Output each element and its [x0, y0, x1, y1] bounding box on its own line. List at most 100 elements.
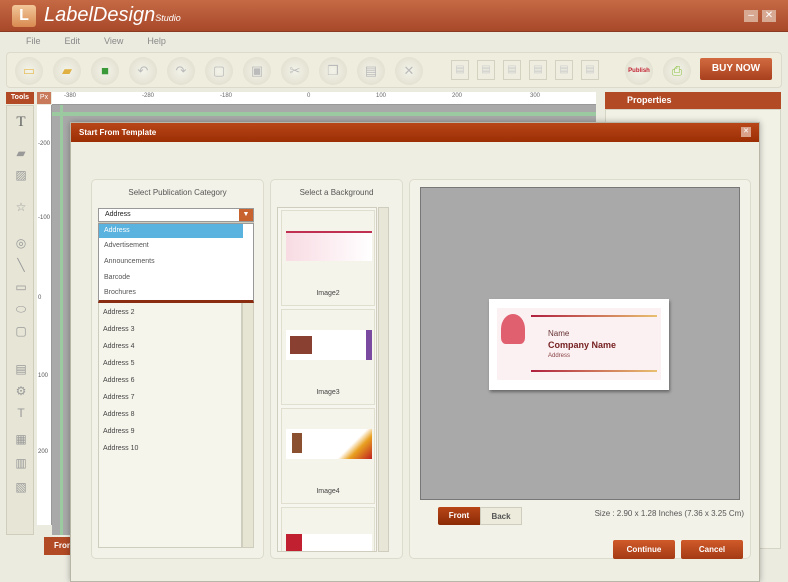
align-center-icon[interactable]: ▤ [477, 60, 495, 80]
ruler-tick: -380 [64, 93, 77, 99]
dialog-title: Start From Template [71, 123, 759, 142]
background-item[interactable]: Image2 [281, 210, 375, 306]
photo-tool-icon[interactable]: ▧ [12, 480, 30, 496]
ruler-tick: 0 [307, 93, 311, 99]
list-item[interactable]: Address 5 [103, 360, 135, 367]
group-icon[interactable]: ▢ [205, 57, 233, 85]
minimize-button[interactable]: – [744, 10, 758, 22]
shape-star-tool-icon[interactable]: ☆ [12, 200, 30, 216]
ruler-tick: -280 [142, 93, 155, 99]
dropdown-value: Address [105, 211, 131, 218]
list-item[interactable]: Address 9 [103, 428, 135, 435]
dropdown-option[interactable]: Brochures [99, 286, 243, 300]
ruler-tick: -180 [220, 93, 233, 99]
app-name: LabelDesign [44, 4, 156, 26]
category-dropdown[interactable]: Address ▼ [98, 208, 254, 222]
list-item[interactable]: Address 6 [103, 377, 135, 384]
menu-view[interactable]: View [104, 36, 123, 46]
menu-help[interactable]: Help [147, 36, 166, 46]
list-item[interactable]: Address 4 [103, 343, 135, 350]
save-icon[interactable]: ■ [91, 57, 119, 85]
background-thumbnail [286, 534, 372, 551]
menu-bar: File Edit View Help [0, 32, 788, 50]
align-bottom-icon[interactable]: ▤ [581, 60, 599, 80]
guide-line-vertical [60, 105, 63, 535]
size-info: Size : 2.90 x 1.28 Inches (7.36 x 3.25 C… [594, 509, 744, 518]
ruler-vtick: -200 [38, 141, 51, 147]
print-icon[interactable]: ⎙ [663, 57, 691, 85]
background-thumbnail [286, 429, 372, 459]
list-item[interactable]: Address 2 [103, 309, 135, 316]
ruler-tick: 100 [376, 93, 387, 99]
list-item[interactable]: Address 3 [103, 326, 135, 333]
buy-now-button[interactable]: BUY NOW [700, 58, 772, 80]
ellipse-tool-icon[interactable]: ⬭ [12, 302, 30, 318]
label-preview: Name Company Name Address [489, 299, 669, 390]
preview-address: Address [548, 353, 571, 359]
chevron-down-icon[interactable]: ▼ [239, 209, 253, 221]
preview-company: Company Name [548, 340, 617, 350]
open-image-tool-icon[interactable]: ▰ [12, 146, 30, 162]
new-icon[interactable]: ▭ [15, 57, 43, 85]
copy-icon[interactable]: ❐ [319, 57, 347, 85]
redo-icon[interactable]: ↷ [167, 57, 195, 85]
publish-icon[interactable]: Publish [625, 57, 653, 85]
close-button[interactable]: ✕ [762, 10, 776, 22]
label-background: Name Company Name Address [497, 308, 661, 380]
title-bar: L LabelDesignStudio – ✕ [0, 0, 788, 32]
category-label: Select Publication Category [128, 188, 227, 197]
line-tool-icon[interactable]: ╲ [12, 258, 30, 274]
background-item[interactable]: Image3 [281, 309, 375, 405]
database-tool-icon[interactable]: ▤ [12, 362, 30, 378]
cut-icon[interactable]: ✂ [281, 57, 309, 85]
dropdown-option[interactable]: Barcode [99, 271, 243, 285]
text-field-tool-icon[interactable]: T [12, 406, 30, 422]
dropdown-option[interactable]: Advertisement [99, 239, 243, 253]
menu-file[interactable]: File [26, 36, 41, 46]
barcode-tool-icon[interactable]: ▥ [12, 456, 30, 472]
dropdown-options: Address Advertisement Announcements Barc… [98, 223, 254, 303]
open-folder-icon[interactable]: ▰ [53, 57, 81, 85]
app-logo: L [12, 5, 36, 27]
background-label: Image4 [316, 488, 340, 495]
background-item[interactable] [281, 507, 375, 551]
list-item[interactable]: Address 7 [103, 394, 135, 401]
rectangle-tool-icon[interactable]: ▭ [12, 280, 30, 296]
app-name-suffix: Studio [155, 13, 181, 23]
tools-header: Tools [6, 92, 34, 104]
horizontal-ruler: -380 -280 -180 0 100 200 300 [52, 92, 596, 105]
continue-button[interactable]: Continue [613, 540, 675, 559]
clipart-tool-icon[interactable]: ◎ [12, 236, 30, 252]
background-label: Image2 [316, 290, 340, 297]
dropdown-option[interactable]: Address [99, 224, 243, 238]
paste-icon[interactable]: ▤ [357, 57, 385, 85]
cancel-button[interactable]: Cancel [681, 540, 743, 559]
delete-icon[interactable]: ✕ [395, 57, 423, 85]
list-item[interactable]: Address 8 [103, 411, 135, 418]
align-top-icon[interactable]: ▤ [529, 60, 547, 80]
align-left-icon[interactable]: ▤ [451, 60, 469, 80]
dropdown-option[interactable]: Announcements [99, 255, 243, 269]
properties-header[interactable]: Properties [605, 92, 781, 109]
background-scrollbar[interactable] [378, 207, 389, 552]
database-settings-icon[interactable]: ⚙ [12, 384, 30, 400]
image-tool-icon[interactable]: ▨ [12, 168, 30, 184]
dialog-close-button[interactable]: ✕ [741, 127, 751, 137]
menu-edit[interactable]: Edit [65, 36, 81, 46]
calendar-tool-icon[interactable]: ▦ [12, 432, 30, 448]
background-item[interactable]: Image4 [281, 408, 375, 504]
align-right-icon[interactable]: ▤ [503, 60, 521, 80]
front-button[interactable]: Front [438, 507, 480, 525]
rounded-rect-tool-icon[interactable]: ▢ [12, 324, 30, 340]
background-thumbnail [286, 231, 372, 261]
text-tool-icon[interactable]: T [12, 114, 30, 130]
units-toggle[interactable]: Px [37, 92, 51, 104]
undo-icon[interactable]: ↶ [129, 57, 157, 85]
align-middle-icon[interactable]: ▤ [555, 60, 573, 80]
back-button[interactable]: Back [480, 507, 522, 525]
background-label: Select a Background [299, 188, 374, 197]
ruler-vtick: 100 [38, 373, 49, 379]
ungroup-icon[interactable]: ▣ [243, 57, 271, 85]
preview-name: Name [548, 329, 570, 338]
list-item[interactable]: Address 10 [103, 445, 138, 452]
